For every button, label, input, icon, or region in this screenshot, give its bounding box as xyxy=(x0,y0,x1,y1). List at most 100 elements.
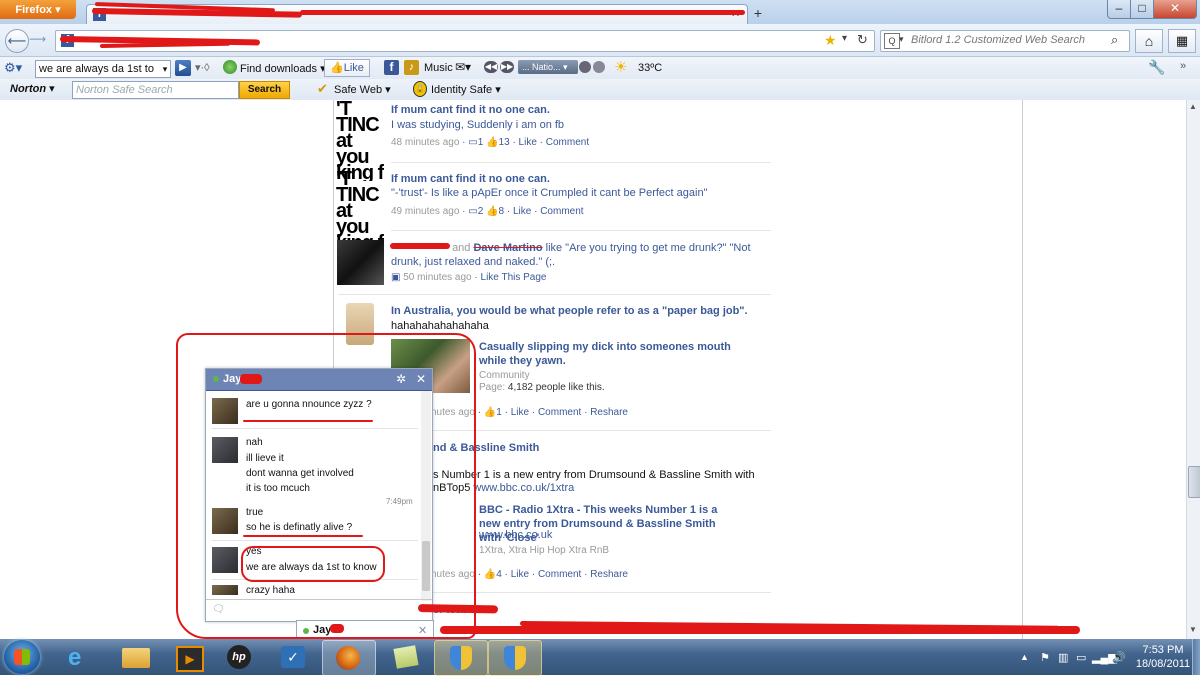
post-url[interactable]: www.bbc.co.uk/1xtra xyxy=(473,482,574,494)
post-photo[interactable] xyxy=(337,240,384,285)
post-divider xyxy=(391,230,771,231)
post-page-title[interactable]: If mum cant find it no one can. xyxy=(391,172,550,186)
home-icon[interactable]: ⌂ xyxy=(1135,29,1163,53)
wrench-icon[interactable]: 🔧 xyxy=(1148,59,1165,76)
like-icon: · 👍 xyxy=(477,407,497,418)
post-time[interactable]: 50 minutes ago xyxy=(403,272,471,283)
folder-icon xyxy=(122,648,150,668)
page-icon: ▣ xyxy=(391,272,401,283)
firefox-icon xyxy=(336,646,360,670)
shared-link-title[interactable]: Casually slipping my dick into someones … xyxy=(479,340,759,368)
taskbar-uac-icon-2[interactable] xyxy=(488,640,542,676)
norton-search-button[interactable]: Search xyxy=(239,81,290,99)
post-thumbnail[interactable]: 'T TINC at you king f xyxy=(336,101,384,181)
norton-menu[interactable]: Norton ▾ xyxy=(10,82,55,95)
toolbar-sound-icon[interactable]: ▾·◊ xyxy=(195,61,210,74)
firefox-menu-button[interactable]: Firefox ▾ xyxy=(0,0,76,19)
toolbar-logo-icon[interactable]: ⚙▾ xyxy=(4,60,22,76)
tray-power-icon[interactable]: ▭ xyxy=(1076,651,1086,664)
search-icon[interactable]: ⌕ xyxy=(1111,32,1118,48)
radio-play-icon[interactable] xyxy=(579,61,591,73)
downloads-icon[interactable]: ▦ xyxy=(1168,29,1196,53)
shared-link-url[interactable]: www.bbc.co.uk xyxy=(479,528,552,542)
taskbar-uac-icon[interactable] xyxy=(434,640,488,676)
scroll-up-arrow[interactable]: ▲ xyxy=(1189,102,1197,111)
tray-network-icon[interactable]: ▥ xyxy=(1058,651,1068,664)
like-count[interactable]: 1 xyxy=(496,407,502,418)
mail-icon[interactable]: ✉▾ xyxy=(455,60,471,74)
start-button[interactable] xyxy=(4,640,40,674)
search-engine-icon[interactable]: Q xyxy=(884,33,900,49)
toolbar-overflow-icon[interactable]: » xyxy=(1180,60,1186,72)
tray-flag-icon[interactable]: ⚑ xyxy=(1040,651,1050,664)
toolbar-search-input[interactable]: we are always da 1st to xyxy=(35,60,166,78)
taskbar-notes-icon[interactable] xyxy=(380,640,432,674)
toolbar-go-icon[interactable]: ▶ xyxy=(175,60,191,76)
norton-search-input[interactable]: Norton Safe Search xyxy=(72,81,239,99)
annotation-circle xyxy=(241,546,385,582)
toolbar-search-dropdown-icon[interactable]: ▾ xyxy=(160,60,171,78)
post-page-title[interactable]: In Australia, you would be what people r… xyxy=(391,304,748,318)
shield-icon xyxy=(504,646,526,670)
clock-date: 18/08/2011 xyxy=(1135,658,1191,670)
music-button[interactable]: Music xyxy=(424,62,453,74)
thumb-line: 'T TINC xyxy=(336,101,380,136)
taskbar-ie-icon[interactable]: e xyxy=(54,640,106,674)
post-actions[interactable]: · Like This Page xyxy=(474,272,546,283)
taskbar-hp-icon[interactable]: hp xyxy=(214,640,266,674)
post-meta: ▣ 50 minutes ago · Like This Page xyxy=(391,272,546,283)
like-button[interactable]: 👍Like xyxy=(324,59,370,77)
scroll-thumb[interactable] xyxy=(1188,466,1200,498)
shared-link-type: Community xyxy=(479,370,530,381)
find-downloads-button[interactable]: Find downloads ▾ xyxy=(240,62,326,75)
identity-safe-label: Identity Safe xyxy=(431,84,493,96)
forward-button[interactable]: ⟶ xyxy=(29,32,46,46)
new-tab-button[interactable]: + xyxy=(748,5,768,23)
temperature-label[interactable]: 33ºC xyxy=(638,62,662,74)
post-actions[interactable]: · Like · Comment xyxy=(512,137,589,148)
post-time[interactable]: 48 minutes ago xyxy=(391,137,459,148)
bookmark-star-icon[interactable]: ★ xyxy=(824,32,837,49)
reload-icon[interactable]: ↻ xyxy=(857,32,868,48)
search-bar[interactable]: Q ▾ Bitlord 1.2 Customized Web Search ⌕ xyxy=(880,30,1130,52)
like-count[interactable]: 4 xyxy=(496,569,502,580)
show-desktop-button[interactable] xyxy=(1192,639,1200,675)
clock[interactable]: 7:53 PM 18/08/2011 xyxy=(1122,643,1200,671)
comment-count[interactable]: 1 xyxy=(478,137,484,148)
like-count[interactable]: 13 xyxy=(499,137,510,148)
close-window-button[interactable]: ✕ xyxy=(1153,0,1197,19)
post-thumbnail[interactable]: 'T TINC at you king f xyxy=(336,171,384,251)
facebook-icon[interactable]: f xyxy=(384,60,399,75)
tray-expand-icon[interactable]: ▲ xyxy=(1020,652,1029,662)
post-page-title[interactable]: If mum cant find it no one can. xyxy=(391,103,550,117)
radio-next-icon[interactable]: ▶▶ xyxy=(500,61,514,73)
comment-count[interactable]: 2 xyxy=(478,206,484,217)
minimize-button[interactable]: – xyxy=(1107,0,1131,19)
taskbar-media-icon[interactable]: ▶ xyxy=(162,640,214,674)
person-name[interactable]: Dave Martino xyxy=(473,242,542,254)
scroll-down-arrow[interactable]: ▼ xyxy=(1189,625,1197,634)
like-icon: · 👍 xyxy=(477,569,497,580)
post-actions[interactable]: · Like · Comment · Reshare xyxy=(505,569,628,580)
identity-safe-menu[interactable]: Identity Safe ▾ xyxy=(431,83,501,96)
safe-web-menu[interactable]: Safe Web ▾ xyxy=(334,83,391,96)
comment-icon: · ▭ xyxy=(462,206,478,217)
like-count[interactable]: 8 xyxy=(499,206,505,217)
post-actions[interactable]: · Like · Comment xyxy=(507,206,584,217)
media-player-icon: ▶ xyxy=(176,646,204,672)
thumbs-up-icon: 👍 xyxy=(330,62,344,74)
page-scrollbar[interactable]: ▲ ▼ xyxy=(1186,100,1200,639)
notes-icon xyxy=(393,645,419,669)
back-button[interactable]: ⟵ xyxy=(5,29,29,53)
post-time[interactable]: 49 minutes ago xyxy=(391,206,459,217)
search-engine-dropdown-icon[interactable]: ▾ xyxy=(899,34,904,45)
url-dropdown-icon[interactable]: ▾ xyxy=(842,33,847,44)
maximize-button[interactable]: □ xyxy=(1130,0,1154,19)
post-actions[interactable]: · Like · Comment · Reshare xyxy=(505,407,628,418)
radio-station-select[interactable]: ... Natio... ▾ xyxy=(518,60,578,74)
taskbar-explorer-icon[interactable] xyxy=(110,640,162,674)
radio-volume-icon[interactable] xyxy=(593,61,605,73)
taskbar-app-check-icon[interactable]: ✓ xyxy=(268,640,320,674)
radio-prev-icon[interactable]: ◀◀ xyxy=(484,61,498,73)
taskbar-firefox-icon[interactable] xyxy=(322,640,376,676)
